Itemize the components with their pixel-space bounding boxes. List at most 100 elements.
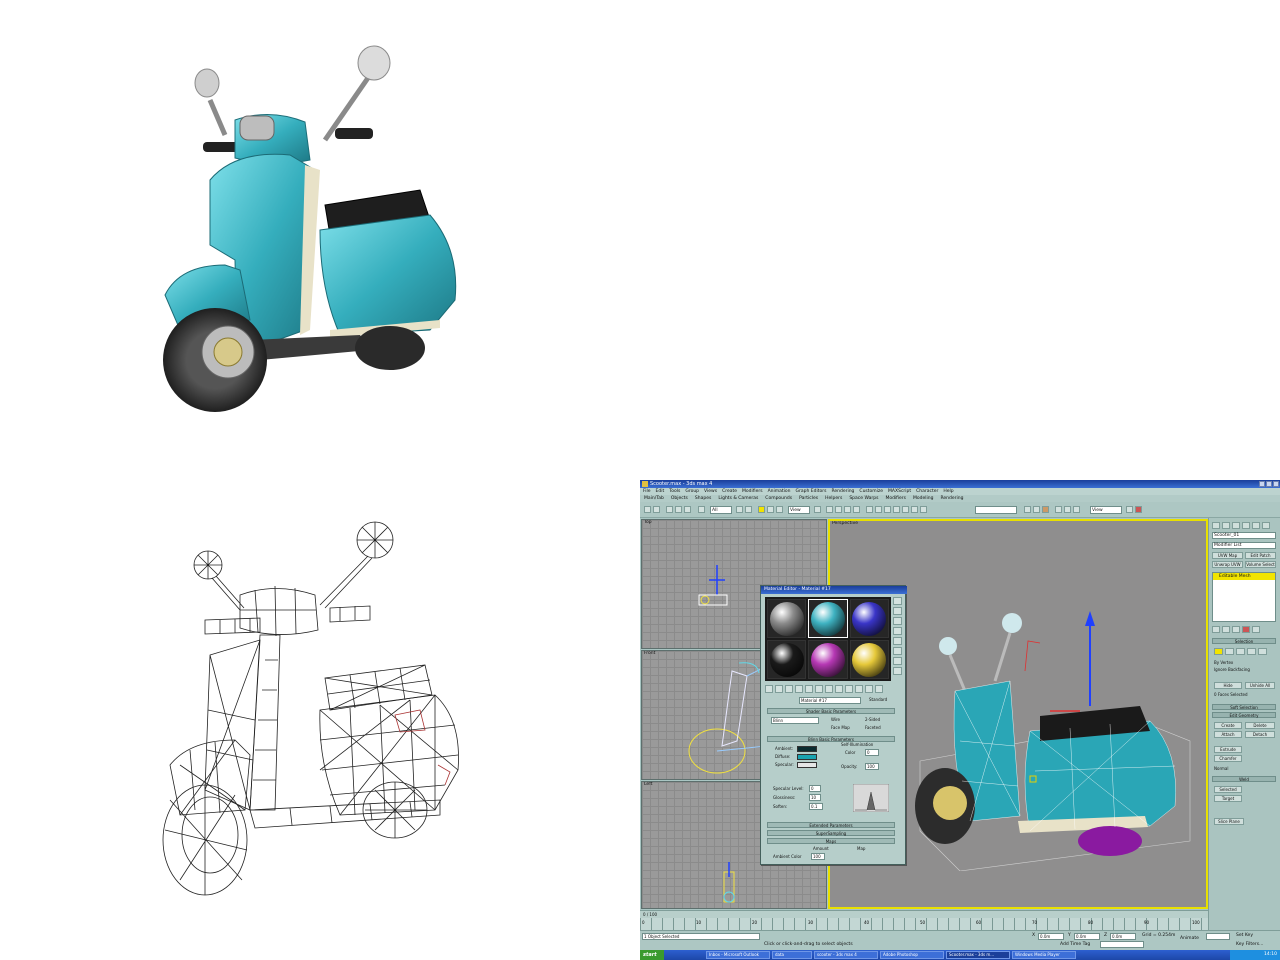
slice-plane-button[interactable]: Slice Plane	[1214, 818, 1244, 825]
tab-shapes[interactable]: Shapes	[695, 495, 711, 502]
attach-button[interactable]: Attach	[1214, 731, 1242, 738]
select-scale-icon[interactable]	[776, 506, 783, 513]
restrict-y-icon[interactable]	[835, 506, 842, 513]
hide-button[interactable]: Hide	[1214, 682, 1242, 689]
create-button[interactable]: Create	[1214, 722, 1242, 729]
ambient-color-map-label[interactable]: Ambient Color	[773, 854, 802, 859]
select-rotate-icon[interactable]	[767, 506, 774, 513]
backlight-icon[interactable]	[893, 607, 902, 615]
sample-type-icon[interactable]	[893, 597, 902, 605]
make-preview-icon[interactable]	[893, 647, 902, 655]
show-end-result-icon[interactable]	[1222, 626, 1230, 633]
self-illum-color-checkbox[interactable]: Color	[845, 750, 855, 755]
z-coordinate-field[interactable]: 0.0m	[1110, 933, 1136, 940]
key-filters-button[interactable]: Key Filters...	[1236, 942, 1263, 947]
ref-coord-dropdown[interactable]: View	[788, 506, 810, 514]
selection-rollout[interactable]: Selection	[1212, 638, 1276, 644]
sample-slot[interactable]	[849, 640, 889, 679]
current-frame-field[interactable]	[1206, 933, 1230, 940]
motion-tab-icon[interactable]	[1242, 522, 1250, 529]
menu-create[interactable]: Create	[722, 488, 737, 495]
options-icon[interactable]	[893, 657, 902, 665]
reset-map-icon[interactable]	[795, 685, 803, 693]
make-unique-icon[interactable]	[815, 685, 823, 693]
select-region-icon[interactable]	[745, 506, 752, 513]
extrude-button[interactable]: Extrude	[1214, 746, 1242, 753]
animate-button[interactable]: Animate	[1180, 936, 1199, 941]
maps-rollout[interactable]: Maps	[767, 838, 895, 844]
soft-selection-rollout[interactable]: Soft Selection	[1212, 704, 1276, 710]
unhide-all-button[interactable]: Unhide All	[1245, 682, 1275, 689]
assign-material-icon[interactable]	[785, 685, 793, 693]
link-icon[interactable]	[666, 506, 673, 513]
render-type-dropdown[interactable]: View	[1090, 506, 1122, 514]
activeshade-icon[interactable]	[1126, 506, 1133, 513]
by-vertex-checkbox[interactable]: By Vertex	[1214, 660, 1233, 665]
edge-mode-icon[interactable]	[1225, 648, 1234, 655]
render-frame-icon[interactable]	[1135, 506, 1142, 513]
menu-help[interactable]: Help	[943, 488, 953, 495]
unlink-icon[interactable]	[675, 506, 682, 513]
tab-space-warps[interactable]: Space Warps	[849, 495, 878, 502]
uvw-map-button[interactable]: UVW Map	[1212, 552, 1243, 559]
x-coordinate-field[interactable]: 0.0m	[1038, 933, 1064, 940]
uv-tiling-icon[interactable]	[893, 627, 902, 635]
tab-main[interactable]: Main/Tab	[644, 495, 664, 502]
menu-modifiers[interactable]: Modifiers	[742, 488, 763, 495]
tab-objects[interactable]: Objects	[671, 495, 688, 502]
sample-slot[interactable]	[849, 599, 889, 638]
delete-button[interactable]: Delete	[1245, 722, 1275, 729]
render-last-icon[interactable]	[1073, 506, 1080, 513]
show-map-icon[interactable]	[845, 685, 853, 693]
get-material-icon[interactable]	[765, 685, 773, 693]
tab-modeling[interactable]: Modeling	[913, 495, 933, 502]
hierarchy-tab-icon[interactable]	[1232, 522, 1240, 529]
viewport-top-label[interactable]: Top	[644, 520, 652, 525]
snap-toggle-icon[interactable]	[893, 506, 900, 513]
stack-item-editable-mesh[interactable]: Editable Mesh	[1213, 573, 1275, 580]
taskbar-item-photoshop[interactable]: Adobe Photoshop	[880, 951, 944, 959]
ambient-color-swatch[interactable]	[797, 746, 817, 752]
opacity-field[interactable]: 100	[865, 763, 879, 770]
menu-tools[interactable]: Tools	[669, 488, 680, 495]
unwrap-uvw-button[interactable]: Unwrap UVW	[1212, 561, 1243, 568]
tab-particles[interactable]: Particles	[799, 495, 818, 502]
put-to-scene-icon[interactable]	[775, 685, 783, 693]
close-icon[interactable]	[1273, 481, 1279, 487]
restrict-plane-icon[interactable]	[853, 506, 860, 513]
playback-controls[interactable]	[1100, 941, 1144, 948]
show-end-result-icon[interactable]	[855, 685, 863, 693]
taskbar-item-scooter[interactable]: scooter - 3ds max 4	[814, 951, 878, 959]
utilities-tab-icon[interactable]	[1262, 522, 1270, 529]
render-scene-icon[interactable]	[1055, 506, 1062, 513]
restrict-z-icon[interactable]	[844, 506, 851, 513]
weld-target-button[interactable]: Target	[1214, 795, 1242, 802]
quick-render-icon[interactable]	[1064, 506, 1071, 513]
ignore-backfacing-checkbox[interactable]: Ignore Backfacing	[1214, 667, 1250, 672]
minimize-icon[interactable]	[1259, 481, 1265, 487]
blinn-basic-rollout[interactable]: Blinn Basic Parameters	[767, 736, 895, 742]
vertex-mode-icon[interactable]	[1214, 648, 1223, 655]
polygon-mode-icon[interactable]	[1247, 648, 1256, 655]
shader-dropdown[interactable]: Blinn	[771, 717, 819, 724]
modifier-list-dropdown[interactable]: Modifier List	[1212, 542, 1276, 549]
edit-geometry-rollout[interactable]: Edit Geometry	[1212, 712, 1276, 718]
tab-helpers[interactable]: Helpers	[825, 495, 842, 502]
supersampling-rollout[interactable]: SuperSampling	[767, 830, 895, 836]
tab-rendering[interactable]: Rendering	[940, 495, 963, 502]
angle-snap-icon[interactable]	[902, 506, 909, 513]
volume-select-button[interactable]: Volume Select	[1245, 561, 1276, 568]
pin-stack-icon[interactable]	[1212, 626, 1220, 633]
bind-space-warp-icon[interactable]	[684, 506, 691, 513]
edit-patch-button[interactable]: Edit Patch	[1245, 552, 1276, 559]
taskbar-item-max[interactable]: Scooter.max - 3ds m...	[946, 951, 1010, 959]
configure-sets-icon[interactable]	[1252, 626, 1260, 633]
weld-selected-button[interactable]: Selected	[1214, 786, 1242, 793]
self-illum-value[interactable]: 0	[865, 749, 879, 756]
go-to-parent-icon[interactable]	[865, 685, 873, 693]
face-map-checkbox[interactable]: Face Map	[831, 725, 850, 730]
set-key-button[interactable]: Set Key	[1236, 933, 1253, 938]
align-icon[interactable]	[875, 506, 882, 513]
menu-maxscript[interactable]: MAXScript	[888, 488, 911, 495]
material-type-button[interactable]: Standard	[869, 697, 887, 702]
